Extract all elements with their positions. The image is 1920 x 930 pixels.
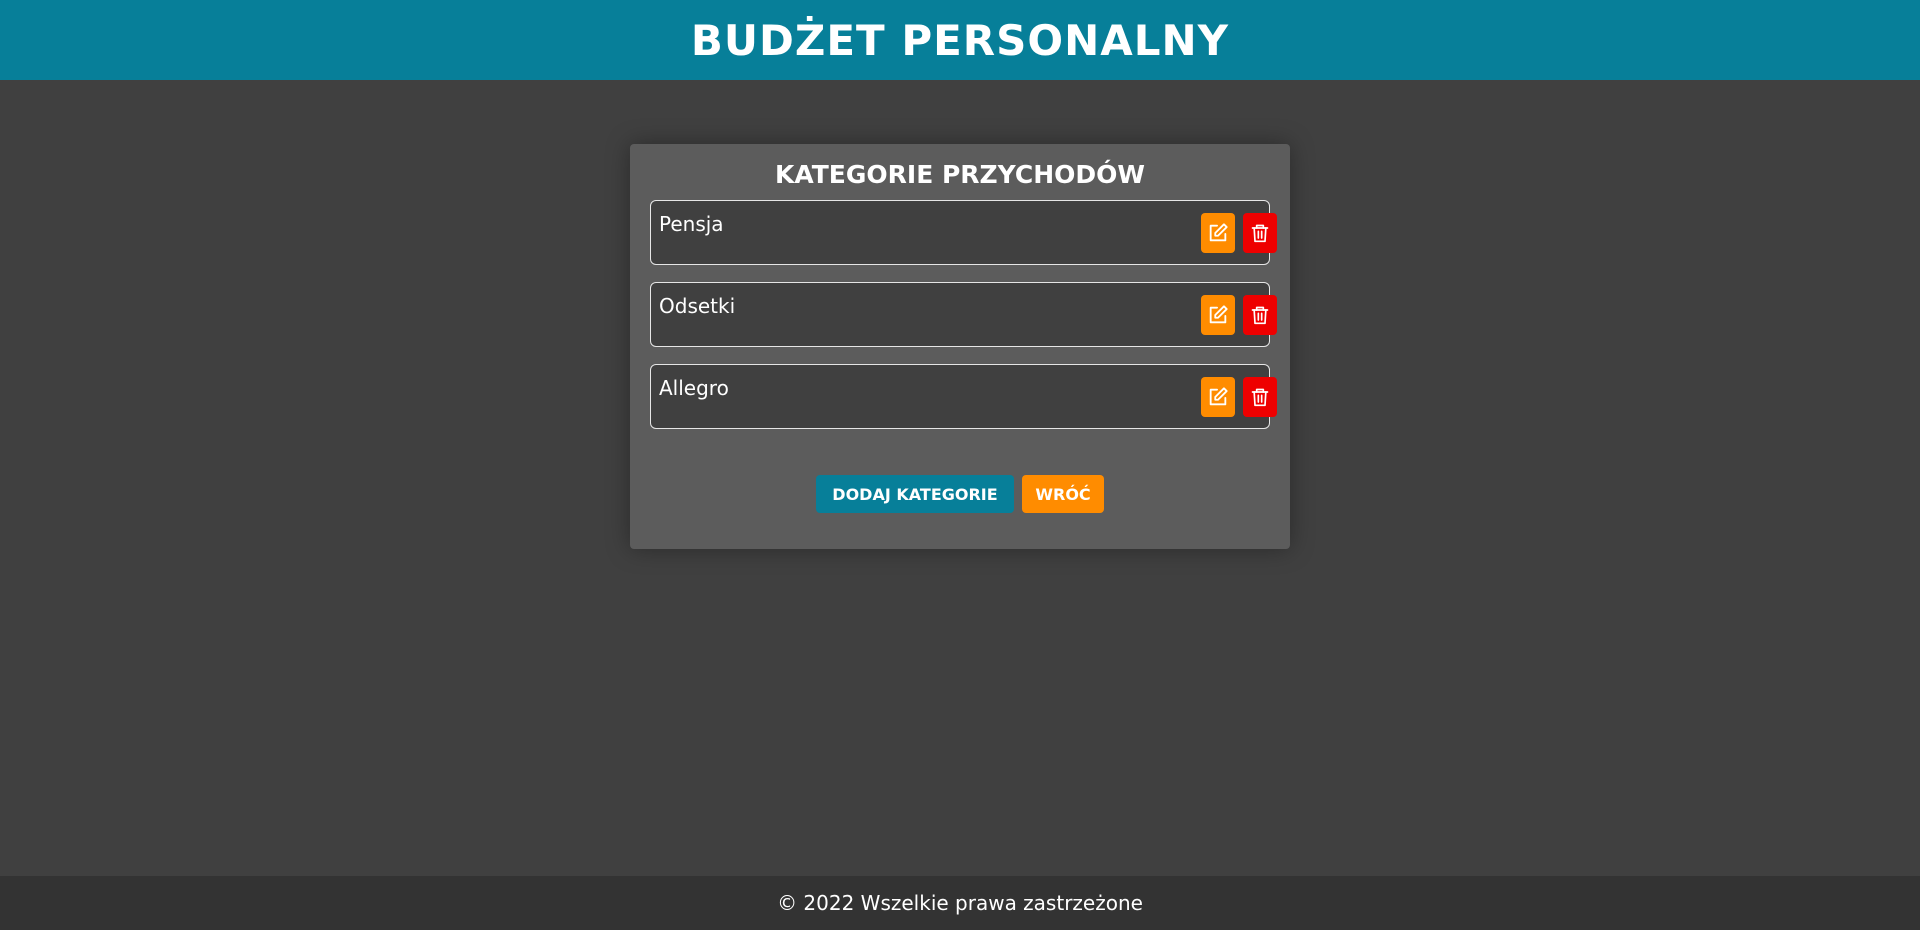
edit-category-button[interactable] xyxy=(1201,377,1235,417)
category-row-pensja: Pensja xyxy=(650,200,1277,265)
edit-icon xyxy=(1209,223,1228,242)
delete-category-button[interactable] xyxy=(1243,213,1277,253)
category-row-allegro: Allegro xyxy=(650,364,1277,429)
app-header: BUDŻET PERSONALNY xyxy=(0,0,1920,80)
category-row-odsetki: Odsetki xyxy=(650,282,1277,347)
panel-title: KATEGORIE PRZYCHODÓW xyxy=(774,160,1146,189)
edit-icon xyxy=(1209,305,1228,324)
app-footer: © 2022 Wszelkie prawa zastrzeżone xyxy=(0,876,1920,930)
panel-actions: DODAJ KATEGORIE WRÓĆ xyxy=(630,475,1290,513)
trash-icon xyxy=(1251,388,1269,407)
delete-category-button[interactable] xyxy=(1243,377,1277,417)
delete-category-button[interactable] xyxy=(1243,295,1277,335)
edit-category-button[interactable] xyxy=(1201,295,1235,335)
category-name: Odsetki xyxy=(659,294,736,318)
trash-icon xyxy=(1251,306,1269,325)
category-name: Pensja xyxy=(659,212,724,236)
income-categories-panel: KATEGORIE PRZYCHODÓW Pensja Odsetki Alle… xyxy=(630,144,1290,549)
app-title: BUDŻET PERSONALNY xyxy=(690,15,1230,65)
category-name: Allegro xyxy=(659,376,729,400)
edit-category-button[interactable] xyxy=(1201,213,1235,253)
edit-icon xyxy=(1209,387,1228,406)
back-button[interactable]: WRÓĆ xyxy=(1022,475,1104,513)
trash-icon xyxy=(1251,224,1269,243)
copyright-text: © 2022 Wszelkie prawa zastrzeżone xyxy=(777,891,1143,915)
add-category-button[interactable]: DODAJ KATEGORIE xyxy=(816,475,1014,513)
